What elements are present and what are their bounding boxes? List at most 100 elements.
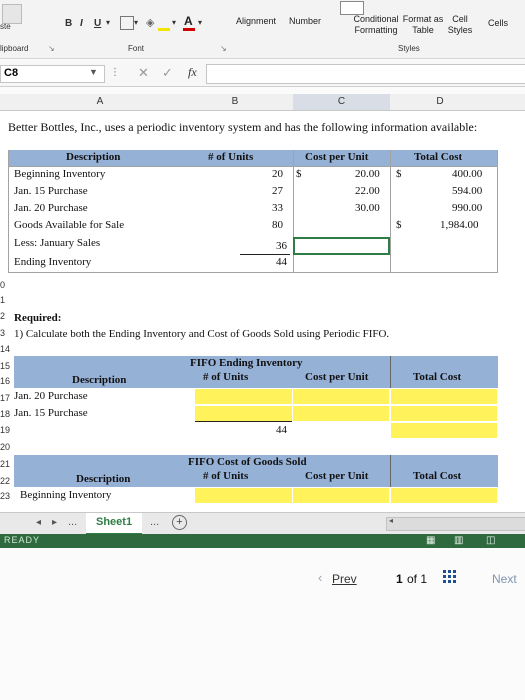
page-grid-icon[interactable] — [443, 570, 457, 584]
more-sheets-button[interactable]: ... — [150, 516, 159, 528]
borders-icon[interactable] — [120, 16, 134, 30]
grid-line — [390, 356, 391, 388]
pager: ‹ Prev 1 of 1 Next — [0, 566, 525, 592]
formula-input[interactable] — [206, 64, 525, 84]
underline-rule — [240, 254, 290, 255]
font-color-icon[interactable]: A — [184, 14, 193, 28]
normal-view-icon[interactable]: ▦ — [426, 535, 435, 546]
fifo-ending-header-total: Total Cost — [413, 371, 462, 383]
fifo-ending-cost-input-1[interactable] — [293, 389, 389, 404]
formula-bar: C8 ▼ ⋮ ✕ ✓ fx — [0, 60, 525, 87]
horizontal-scrollbar[interactable]: ◂ — [386, 516, 525, 531]
status-text: READY — [4, 535, 41, 545]
fifo-ending-units-input-2[interactable] — [195, 406, 292, 421]
dialog-launcher-icon[interactable]: ↘ — [48, 44, 55, 53]
fifo-ending-header-cost: Cost per Unit — [305, 371, 369, 383]
fifo-ending-title: FIFO Ending Inventory — [190, 357, 303, 369]
page-layout-icon[interactable]: ▥ — [454, 535, 463, 546]
fifo-cogs-cost-input-1[interactable] — [293, 488, 389, 503]
alignment-button[interactable]: Alignment — [236, 16, 276, 26]
next-button[interactable]: Next — [492, 572, 517, 586]
fifo-ending-total-units: 44 — [276, 424, 287, 436]
more-options-icon[interactable]: ⋮ — [110, 67, 120, 78]
paste-label[interactable]: ste — [0, 22, 11, 31]
prev-button[interactable]: ‹ Prev — [318, 568, 378, 588]
fifo-ending-row-1-desc: Jan. 20 Purchase — [14, 390, 88, 402]
row-header[interactable]: 16 — [0, 376, 13, 386]
fifo-cogs-header-cost: Cost per Unit — [305, 470, 369, 482]
grid-line — [8, 150, 9, 272]
column-header-c[interactable]: C — [293, 94, 390, 110]
row-header[interactable]: 21 — [0, 459, 13, 469]
row-header[interactable]: 22 — [0, 476, 13, 486]
chevron-down-icon[interactable]: ▼ — [89, 67, 98, 77]
column-header-a[interactable]: A — [60, 94, 140, 110]
page-count: of 1 — [407, 572, 428, 586]
function-icon[interactable]: fx — [188, 65, 197, 80]
fill-color-swatch — [158, 28, 170, 31]
chevron-down-icon[interactable]: ▾ — [106, 18, 110, 27]
fifo-cogs-row-1-desc: Beginning Inventory — [20, 489, 112, 501]
table1-header-units: # of Units — [208, 151, 254, 163]
scroll-left-icon[interactable]: ◂ — [389, 516, 393, 525]
row-header[interactable]: 20 — [0, 442, 13, 452]
fifo-ending-grand-total-input[interactable] — [391, 423, 497, 438]
chevron-down-icon[interactable]: ▾ — [134, 18, 138, 27]
scroll-left-icon[interactable]: ◂ — [36, 517, 41, 528]
column-header-b[interactable]: B — [190, 94, 280, 110]
grid-line — [390, 455, 391, 487]
fifo-ending-total-input-1[interactable] — [391, 389, 497, 404]
fifo-ending-cost-input-2[interactable] — [293, 406, 389, 421]
fill-color-icon[interactable]: ◈ — [146, 16, 154, 29]
bold-button[interactable]: B — [65, 18, 72, 29]
chevron-down-icon[interactable]: ▾ — [172, 18, 176, 27]
required-label: Required: — [14, 312, 62, 324]
row-header[interactable]: 14 — [0, 344, 13, 354]
conditional-formatting-icon[interactable] — [340, 1, 364, 15]
add-sheet-icon[interactable]: + — [172, 515, 187, 530]
more-sheets-button[interactable]: ... — [68, 516, 77, 528]
chevron-down-icon[interactable]: ▾ — [198, 18, 202, 27]
scroll-right-icon[interactable]: ▸ — [52, 517, 57, 528]
underline-button[interactable]: U — [94, 18, 101, 29]
paste-icon[interactable] — [2, 4, 22, 24]
table1-header-total: Total Cost — [414, 151, 463, 163]
row-header[interactable]: 15 — [0, 361, 13, 371]
grid-line — [8, 166, 498, 167]
name-box[interactable]: C8 ▼ — [0, 65, 105, 83]
row-header[interactable]: 18 — [0, 409, 13, 419]
row-header[interactable]: 0 — [0, 280, 13, 290]
row-header[interactable]: 19 — [0, 425, 13, 435]
enter-icon[interactable]: ✓ — [162, 65, 173, 81]
sheet-tab-sheet1[interactable]: Sheet1 — [86, 513, 142, 535]
row-header[interactable]: 1 — [0, 295, 13, 305]
cell-styles-button[interactable]: Cell Styles — [440, 14, 480, 36]
selected-cell-c8[interactable] — [293, 237, 390, 255]
cancel-icon[interactable]: ✕ — [138, 65, 149, 81]
dialog-launcher-icon[interactable]: ↘ — [220, 44, 227, 53]
font-color-swatch — [183, 28, 195, 31]
group-label-font: Font — [128, 44, 145, 53]
row-header[interactable]: 23 — [0, 491, 13, 501]
cells-button[interactable]: Cells — [488, 18, 508, 28]
current-page: 1 — [396, 572, 403, 586]
fifo-cogs-total-input-1[interactable] — [391, 488, 497, 503]
grid-line — [497, 150, 498, 272]
italic-button[interactable]: I — [80, 18, 83, 29]
fifo-ending-units-input-1[interactable] — [195, 389, 292, 404]
column-header-d[interactable]: D — [390, 94, 490, 110]
number-button[interactable]: Number — [289, 16, 321, 26]
grid-line — [8, 272, 498, 273]
page-break-icon[interactable]: ◫ — [486, 535, 495, 546]
row-header[interactable]: 17 — [0, 393, 13, 403]
sheet-tab-bar: ◂ ▸ ... Sheet1 ... + ◂ — [0, 512, 525, 535]
question-text: 1) Calculate both the Ending Inventory a… — [14, 328, 390, 340]
fifo-cogs-units-input-1[interactable] — [195, 488, 292, 503]
fifo-cogs-title: FIFO Cost of Goods Sold — [188, 456, 307, 468]
chevron-left-icon: ‹ — [318, 570, 323, 585]
row-header[interactable]: 3 — [0, 328, 13, 338]
grid-line — [390, 150, 391, 272]
fifo-ending-total-input-2[interactable] — [391, 406, 497, 421]
row-header[interactable]: 2 — [0, 311, 13, 321]
fifo-ending-header-description: Description — [72, 374, 127, 386]
